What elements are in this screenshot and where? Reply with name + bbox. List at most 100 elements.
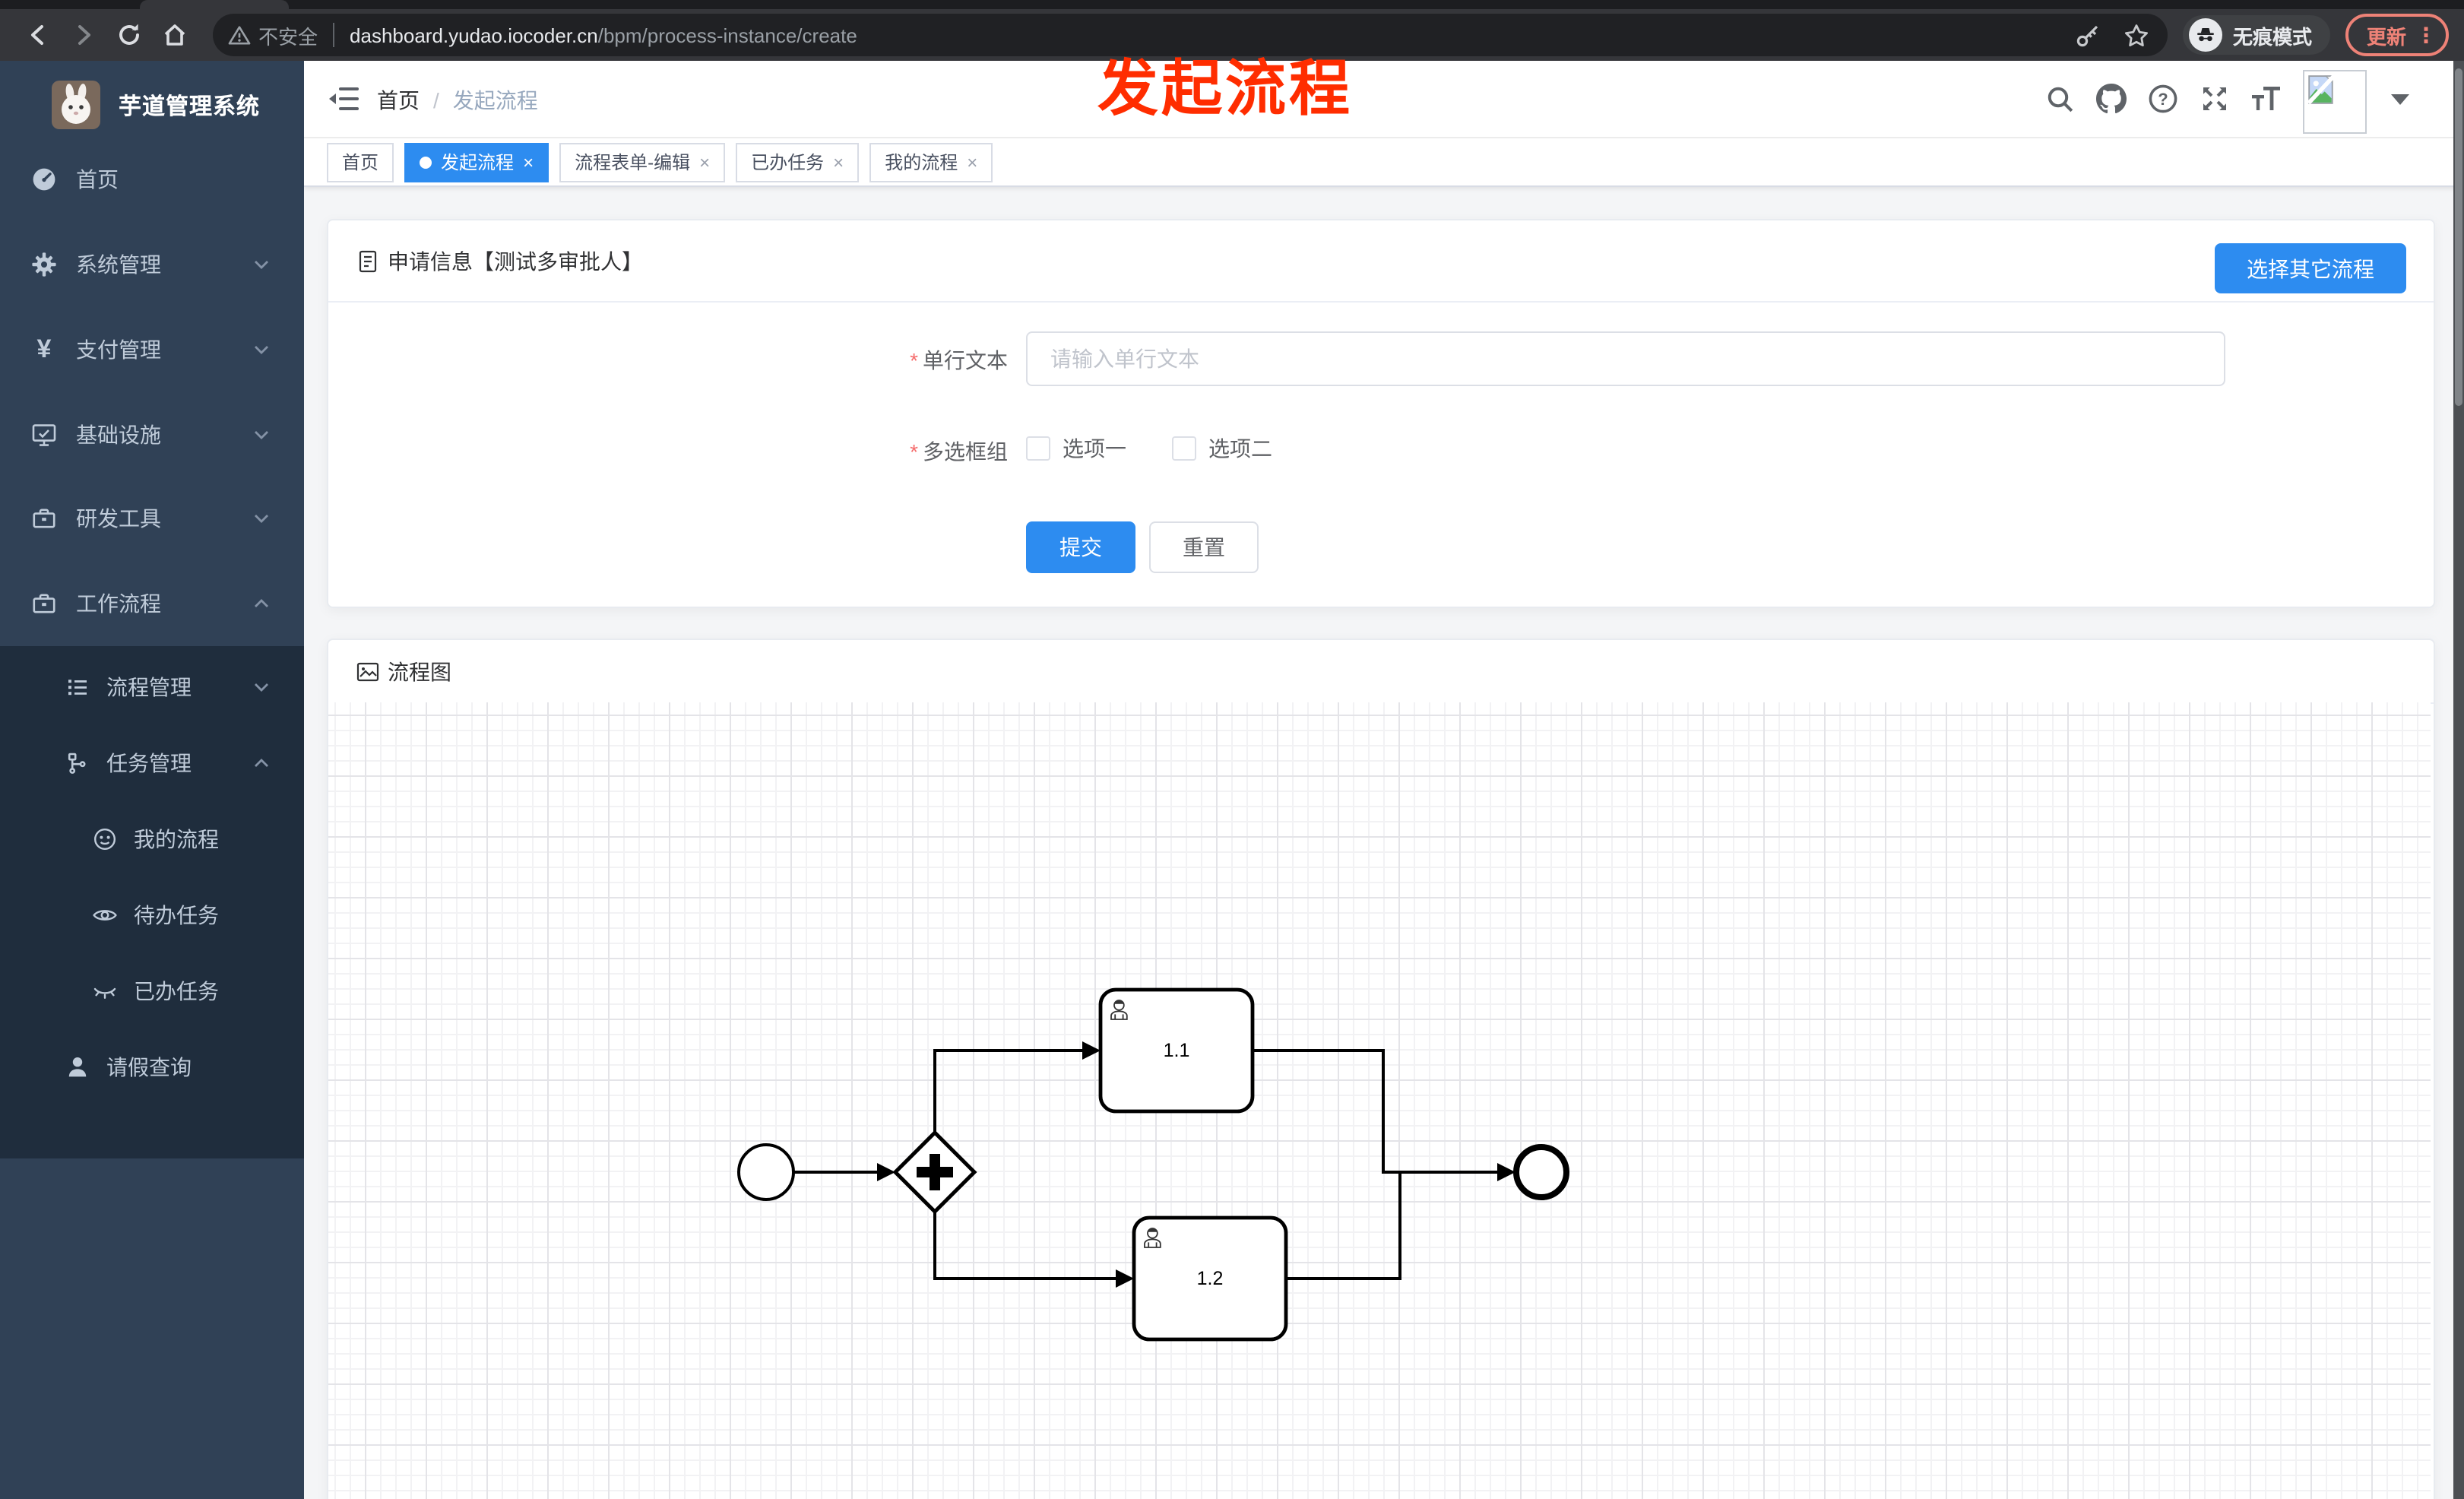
chevron-down-icon (255, 261, 268, 269)
sidebar-item-label: 任务管理 (106, 751, 192, 775)
tab-create-process[interactable]: 发起流程 × (404, 142, 549, 182)
sidebar-item-my-processes[interactable]: 我的流程 (0, 801, 304, 877)
field-label-checkboxgroup: * 多选框组 (910, 439, 1008, 464)
bookmark-star-icon[interactable] (2122, 20, 2152, 50)
app-logo-row[interactable]: 芋道管理系统 (0, 61, 304, 149)
tab-home[interactable]: 首页 (327, 142, 394, 182)
sidebar-item-payment[interactable]: ¥ 支付管理 (0, 307, 304, 392)
scrollbar-thumb[interactable] (2455, 68, 2462, 406)
back-icon[interactable] (18, 15, 58, 55)
close-icon[interactable]: × (699, 153, 710, 171)
chevron-down-icon (255, 431, 268, 439)
apply-info-title: 申请信息【测试多审批人】 (388, 249, 643, 273)
tab-label: 流程表单-编辑 (575, 152, 691, 173)
checkbox-icon[interactable] (1172, 436, 1196, 461)
browser-menu-icon[interactable]: ⋮ (2415, 24, 2437, 46)
page-scrollbar[interactable] (2453, 61, 2464, 1499)
github-icon[interactable] (2096, 84, 2127, 114)
avatar-caret-icon[interactable] (2391, 93, 2409, 104)
checkbox-label: 选项一 (1063, 436, 1126, 461)
toolbox-icon (33, 509, 55, 528)
submit-button[interactable]: 提交 (1026, 521, 1135, 573)
forward-icon[interactable] (64, 15, 103, 55)
single-line-text-input[interactable] (1026, 331, 2225, 386)
yen-icon: ¥ (36, 334, 52, 363)
font-size-icon[interactable] (2251, 84, 2282, 114)
sidebar-item-label: 系统管理 (76, 252, 161, 277)
browser-tabstrip (0, 0, 2464, 9)
password-key-icon[interactable] (2073, 20, 2104, 50)
checkbox-option-1[interactable]: 选项一 (1026, 433, 1126, 464)
browser-active-tab[interactable] (140, 0, 289, 9)
tab-done-tasks[interactable]: 已办任务 × (736, 142, 860, 182)
url-path: /bpm/process-instance/create (597, 24, 857, 46)
bpmn-user-task-1-2[interactable]: 1.2 (1132, 1215, 1288, 1342)
sidebar-item-system[interactable]: 系统管理 (0, 222, 304, 307)
app-root: 不安全 dashboard.yudao.iocoder.cn/bpm/proce… (0, 0, 2464, 1499)
bpmn-end-event[interactable] (1513, 1144, 1569, 1200)
home-icon[interactable] (155, 15, 195, 55)
checkbox-option-2[interactable]: 选项二 (1172, 433, 1272, 464)
sidebar-item-label: 待办任务 (134, 903, 219, 927)
tab-form-edit[interactable]: 流程表单-编辑 × (559, 142, 726, 182)
list-tree-icon (68, 680, 87, 696)
sidebar-item-home[interactable]: 首页 (0, 137, 304, 222)
gear-icon (32, 252, 56, 277)
sidebar-item-devtools[interactable]: 研发工具 (0, 476, 304, 561)
sidebar-item-task-mgmt[interactable]: 任务管理 (0, 725, 304, 801)
sidebar-item-process-mgmt[interactable]: 流程管理 (0, 649, 304, 725)
security-status[interactable]: 不安全 (228, 21, 318, 49)
reload-icon[interactable] (109, 15, 149, 55)
tab-label: 发起流程 (441, 152, 515, 173)
apply-info-card: 申请信息【测试多审批人】 选择其它流程 *单行文本 *多选框组 选项一 选项二 … (327, 219, 2435, 608)
bpmn-canvas[interactable]: 1.1 1.2 (328, 702, 2431, 1499)
close-icon[interactable]: × (967, 153, 977, 171)
flow-task2-end[interactable] (1286, 1174, 1401, 1280)
sidebar-item-label: 请假查询 (106, 1055, 192, 1079)
help-icon[interactable]: ? (2148, 84, 2178, 114)
sidebar-item-label: 我的流程 (134, 827, 219, 851)
update-button[interactable]: 更新 ⋮ (2345, 14, 2449, 56)
search-icon[interactable] (2044, 84, 2075, 114)
sidebar-item-done-tasks[interactable]: 已办任务 (0, 953, 304, 1029)
active-dot (420, 156, 432, 168)
sidebar-item-workflow[interactable]: 工作流程 (0, 561, 304, 646)
breadcrumb-current: 发起流程 (452, 88, 538, 113)
fullscreen-icon[interactable] (2200, 84, 2230, 114)
checkbox-icon[interactable] (1026, 436, 1050, 461)
sidebar-item-label: 首页 (76, 167, 119, 192)
flow-gateway-task1[interactable] (933, 1049, 1082, 1133)
process-diagram-card: 流程图 1.1 1.2 (327, 639, 2435, 1499)
process-diagram-header: 流程图 (328, 640, 2434, 704)
hamburger-icon[interactable] (328, 85, 359, 113)
question-glyph: ? (2158, 90, 2168, 109)
sidebar-item-label: 基础设施 (76, 423, 161, 447)
flow-gateway-task2[interactable] (933, 1212, 1116, 1280)
bpmn-start-event[interactable] (737, 1143, 795, 1201)
bpmn-parallel-gateway[interactable] (892, 1130, 977, 1215)
chevron-up-icon (255, 759, 268, 767)
process-diagram-title: 流程图 (388, 659, 451, 683)
security-label: 不安全 (258, 25, 318, 48)
incognito-badge: 无痕模式 (2182, 15, 2330, 55)
sidebar-item-leave-query[interactable]: 请假查询 (0, 1029, 304, 1105)
tab-my-processes[interactable]: 我的流程 × (869, 142, 993, 182)
checkbox-label: 选项二 (1208, 436, 1272, 461)
incognito-icon (2188, 18, 2222, 52)
apply-info-header: 申请信息【测试多审批人】 (328, 220, 2434, 303)
bpmn-user-task-1-1[interactable]: 1.1 (1098, 987, 1255, 1114)
avatar[interactable] (2303, 69, 2367, 133)
close-icon[interactable]: × (523, 153, 534, 171)
image-icon (356, 661, 379, 681)
flow-task1-end[interactable] (1253, 1049, 1499, 1174)
chevron-down-icon (255, 683, 268, 692)
sidebar-item-infra[interactable]: 基础设施 (0, 392, 304, 477)
sidebar-item-label: 支付管理 (76, 338, 161, 362)
breadcrumb-home[interactable]: 首页 (377, 85, 420, 116)
sidebar-item-todo-tasks[interactable]: 待办任务 (0, 877, 304, 953)
tab-label: 已办任务 (751, 152, 825, 173)
close-icon[interactable]: × (833, 153, 844, 171)
reset-button[interactable]: 重置 (1149, 521, 1259, 573)
pick-other-process-button[interactable]: 选择其它流程 (2215, 243, 2406, 293)
document-icon (359, 249, 377, 272)
